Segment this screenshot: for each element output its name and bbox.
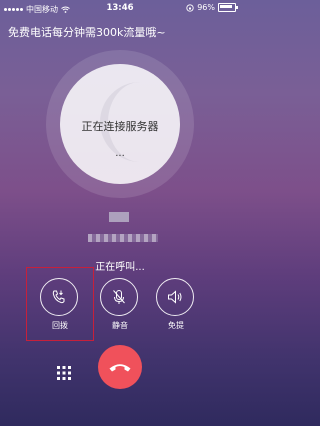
speaker-button[interactable]: 免提: [156, 278, 196, 331]
battery-percent: 96%: [197, 3, 215, 12]
mute-mic-icon: [113, 290, 125, 304]
mute-button[interactable]: 静音: [100, 278, 140, 331]
redial-phone-icon: [52, 290, 65, 304]
connecting-status: 正在连接服务器: [81, 120, 159, 133]
keypad-button[interactable]: [53, 362, 75, 384]
mute-label: 静音: [112, 321, 128, 330]
redial-label: 回拨: [52, 321, 68, 330]
hangup-button[interactable]: [98, 345, 142, 389]
battery-group: 96%: [186, 3, 238, 12]
status-bar: 中国移动 13:46 96%: [0, 0, 240, 18]
callee-number-blurred: [88, 234, 158, 242]
callee-name-blurred: [109, 212, 129, 222]
redial-circle[interactable]: [40, 278, 78, 316]
hangup-phone-icon: [109, 364, 131, 372]
speaker-icon: [168, 290, 182, 304]
connecting-circle: 正在连接服务器 ...: [60, 64, 180, 184]
connecting-dots: ...: [115, 148, 125, 159]
battery-icon: [218, 3, 238, 12]
traffic-notice: 免费电话每分钟需300k流量哦~: [8, 26, 166, 39]
mute-circle[interactable]: [100, 278, 138, 316]
speaker-circle[interactable]: [156, 278, 194, 316]
speaker-label: 免提: [168, 321, 184, 330]
keypad-grid-icon: [57, 366, 71, 380]
lock-rotation-icon: [186, 3, 194, 12]
redial-button[interactable]: 回拨: [40, 278, 80, 331]
